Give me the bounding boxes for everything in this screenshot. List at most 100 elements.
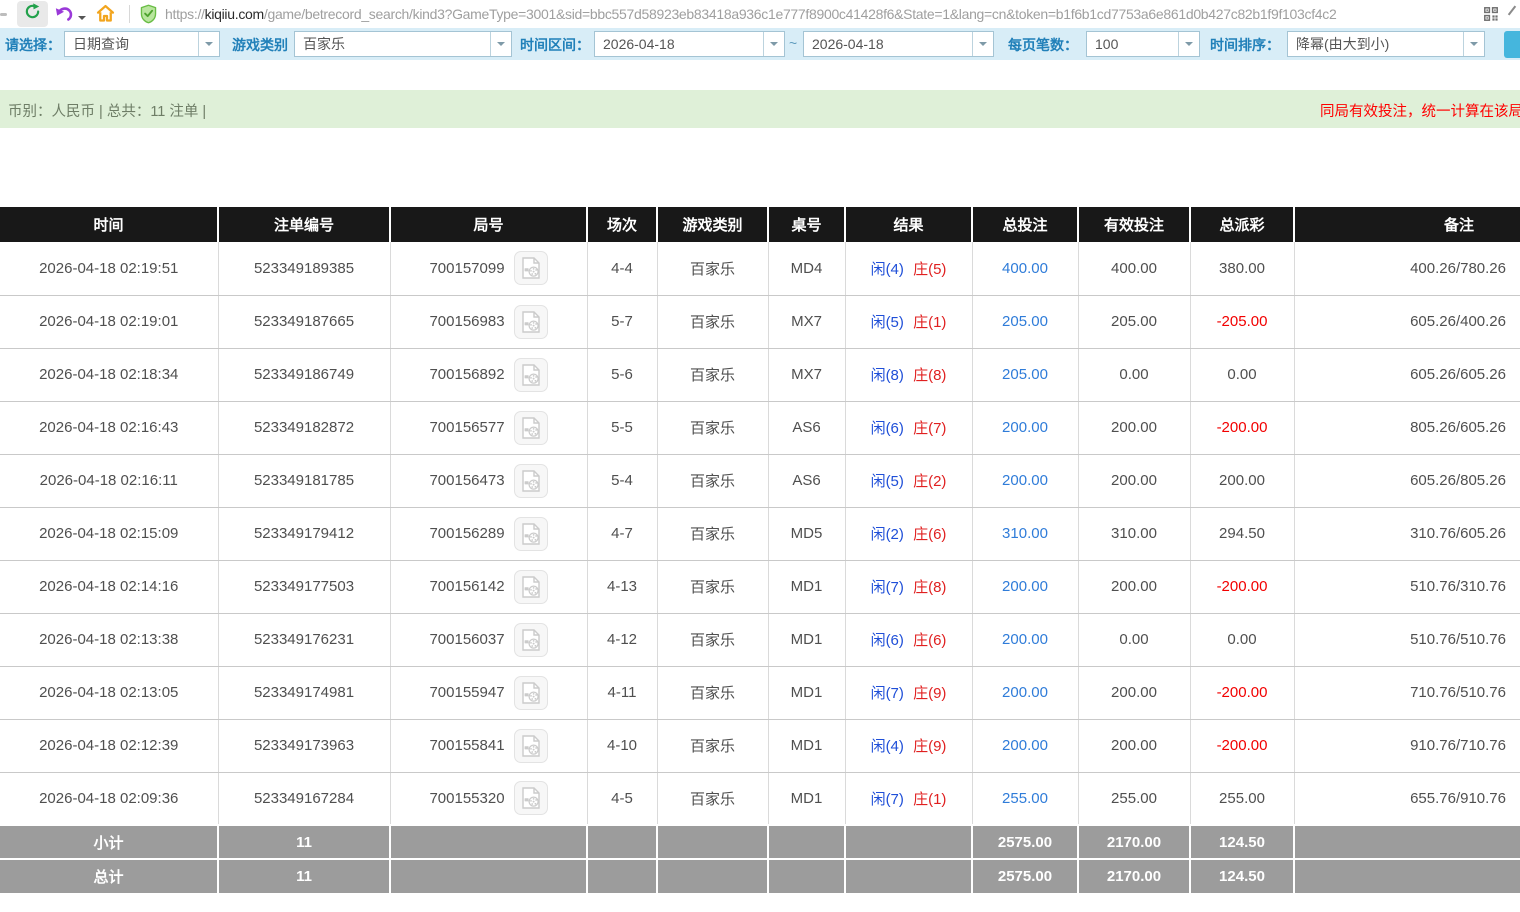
- chevron-down-icon[interactable]: [763, 32, 784, 56]
- home-icon: [95, 11, 116, 28]
- date-to-select[interactable]: 2026-04-18: [803, 31, 994, 57]
- result-player: 闲(8): [871, 367, 904, 384]
- result-player: 闲(2): [871, 526, 904, 543]
- cell-remark: 805.26/605.26: [1294, 401, 1520, 454]
- cell-valid-bet: 200.00: [1078, 401, 1190, 454]
- cell-round-id: 700156473: [390, 454, 587, 507]
- cell-table-code: MD5: [768, 507, 845, 560]
- date-from-select[interactable]: 2026-04-18: [594, 31, 785, 57]
- video-replay-button[interactable]: [514, 411, 548, 445]
- cell-table-code: MD1: [768, 560, 845, 613]
- home-button[interactable]: [95, 3, 116, 29]
- round-id-value: 700156473: [429, 472, 504, 489]
- video-replay-button[interactable]: [514, 781, 548, 815]
- video-replay-button[interactable]: [514, 251, 548, 285]
- sort-order-select[interactable]: 降幂(由大到小): [1287, 31, 1485, 57]
- header-time: 时间: [0, 207, 218, 242]
- round-id-value: 700155320: [429, 790, 504, 807]
- result-banker: 庄(8): [913, 367, 946, 384]
- qr-code-icon[interactable]: [1484, 7, 1498, 26]
- video-replay-button[interactable]: [514, 570, 548, 604]
- cell-total-bet: 400.00: [972, 242, 1078, 295]
- cell-total-bet: 310.00: [972, 507, 1078, 560]
- cell-result: 闲(8) 庄(8): [845, 348, 972, 401]
- video-replay-button[interactable]: [514, 464, 548, 498]
- subtotal-label: 小计: [0, 825, 218, 859]
- video-replay-button[interactable]: [514, 623, 548, 657]
- cell-remark: 510.76/510.76: [1294, 613, 1520, 666]
- cell-time: 2026-04-18 02:15:09: [0, 507, 218, 560]
- cell-game: 百家乐: [657, 295, 768, 348]
- cell-session: 4-11: [587, 666, 657, 719]
- cell-valid-bet: 0.00: [1078, 348, 1190, 401]
- chevron-down-icon[interactable]: [972, 32, 993, 56]
- cell-payout: -200.00: [1190, 560, 1294, 613]
- undo-dropdown-caret-icon[interactable]: [78, 16, 86, 24]
- toolbar-divider: [129, 5, 130, 23]
- currency-total-text: 币别：人民币 | 总共：11 注单 |: [8, 100, 206, 121]
- table-row: 2026-04-18 02:19:01 523349187665 7001569…: [0, 295, 1520, 348]
- cell-bet-id: 523349187665: [218, 295, 390, 348]
- subtotal-row: 小计 11 2575.00 2170.00 124.50: [0, 825, 1520, 859]
- total-valid-bet: 2170.00: [1078, 859, 1190, 893]
- chevron-down-icon[interactable]: [1463, 32, 1484, 56]
- partial-back-icon: [0, 13, 7, 16]
- result-player: 闲(6): [871, 632, 904, 649]
- video-replay-button[interactable]: [514, 358, 548, 392]
- result-player: 闲(5): [871, 473, 904, 490]
- cell-result: 闲(4) 庄(5): [845, 242, 972, 295]
- cell-game: 百家乐: [657, 719, 768, 772]
- video-replay-icon: [521, 629, 541, 651]
- cell-session: 4-5: [587, 772, 657, 825]
- result-banker: 庄(6): [913, 632, 946, 649]
- chevron-down-icon[interactable]: [198, 32, 219, 56]
- cell-total-bet: 200.00: [972, 560, 1078, 613]
- cell-remark: 655.76/910.76: [1294, 772, 1520, 825]
- cell-result: 闲(6) 庄(7): [845, 401, 972, 454]
- cell-total-bet: 205.00: [972, 348, 1078, 401]
- video-replay-icon: [521, 417, 541, 439]
- video-replay-button[interactable]: [514, 517, 548, 551]
- table-row: 2026-04-18 02:13:05 523349174981 7001559…: [0, 666, 1520, 719]
- refresh-button[interactable]: [17, 1, 48, 27]
- cell-bet-id: 523349186749: [218, 348, 390, 401]
- chevron-down-icon[interactable]: [490, 32, 511, 56]
- cell-session: 5-5: [587, 401, 657, 454]
- chevron-down-icon[interactable]: [1178, 32, 1199, 56]
- table-row: 2026-04-18 02:18:34 523349186749 7001568…: [0, 348, 1520, 401]
- game-category-select[interactable]: 百家乐: [294, 31, 512, 57]
- query-type-select[interactable]: 日期查询: [64, 31, 220, 57]
- video-replay-button[interactable]: [514, 729, 548, 763]
- video-replay-icon: [521, 523, 541, 545]
- game-category-value: 百家乐: [295, 34, 490, 54]
- page-size-select[interactable]: 100: [1086, 31, 1200, 57]
- table-row: 2026-04-18 02:14:16 523349177503 7001561…: [0, 560, 1520, 613]
- cell-remark: 510.76/310.76: [1294, 560, 1520, 613]
- cell-total-bet: 205.00: [972, 295, 1078, 348]
- cell-table-code: MD1: [768, 613, 845, 666]
- video-replay-button[interactable]: [514, 676, 548, 710]
- cell-payout: -205.00: [1190, 295, 1294, 348]
- cell-valid-bet: 255.00: [1078, 772, 1190, 825]
- cell-remark: 710.76/510.76: [1294, 666, 1520, 719]
- subtotal-valid-bet: 2170.00: [1078, 825, 1190, 859]
- cell-round-id: 700155841: [390, 719, 587, 772]
- video-replay-button[interactable]: [514, 305, 548, 339]
- cell-round-id: 700155947: [390, 666, 587, 719]
- cell-time: 2026-04-18 02:14:16: [0, 560, 218, 613]
- security-shield-icon[interactable]: [140, 4, 157, 29]
- cell-valid-bet: 200.00: [1078, 666, 1190, 719]
- search-button[interactable]: 查询: [1504, 31, 1520, 58]
- cell-time: 2026-04-18 02:13:05: [0, 666, 218, 719]
- cell-round-id: 700156892: [390, 348, 587, 401]
- cell-remark: 605.26/605.26: [1294, 348, 1520, 401]
- undo-button[interactable]: [55, 4, 86, 27]
- cell-payout: 255.00: [1190, 772, 1294, 825]
- video-replay-icon: [521, 257, 541, 279]
- cell-time: 2026-04-18 02:09:36: [0, 772, 218, 825]
- address-bar[interactable]: https://kiqiiu.com/game/betrecord_search…: [165, 0, 1477, 28]
- cell-remark: 310.76/605.26: [1294, 507, 1520, 560]
- partial-icon: [1508, 6, 1516, 16]
- cell-round-id: 700156142: [390, 560, 587, 613]
- cell-total-bet: 200.00: [972, 454, 1078, 507]
